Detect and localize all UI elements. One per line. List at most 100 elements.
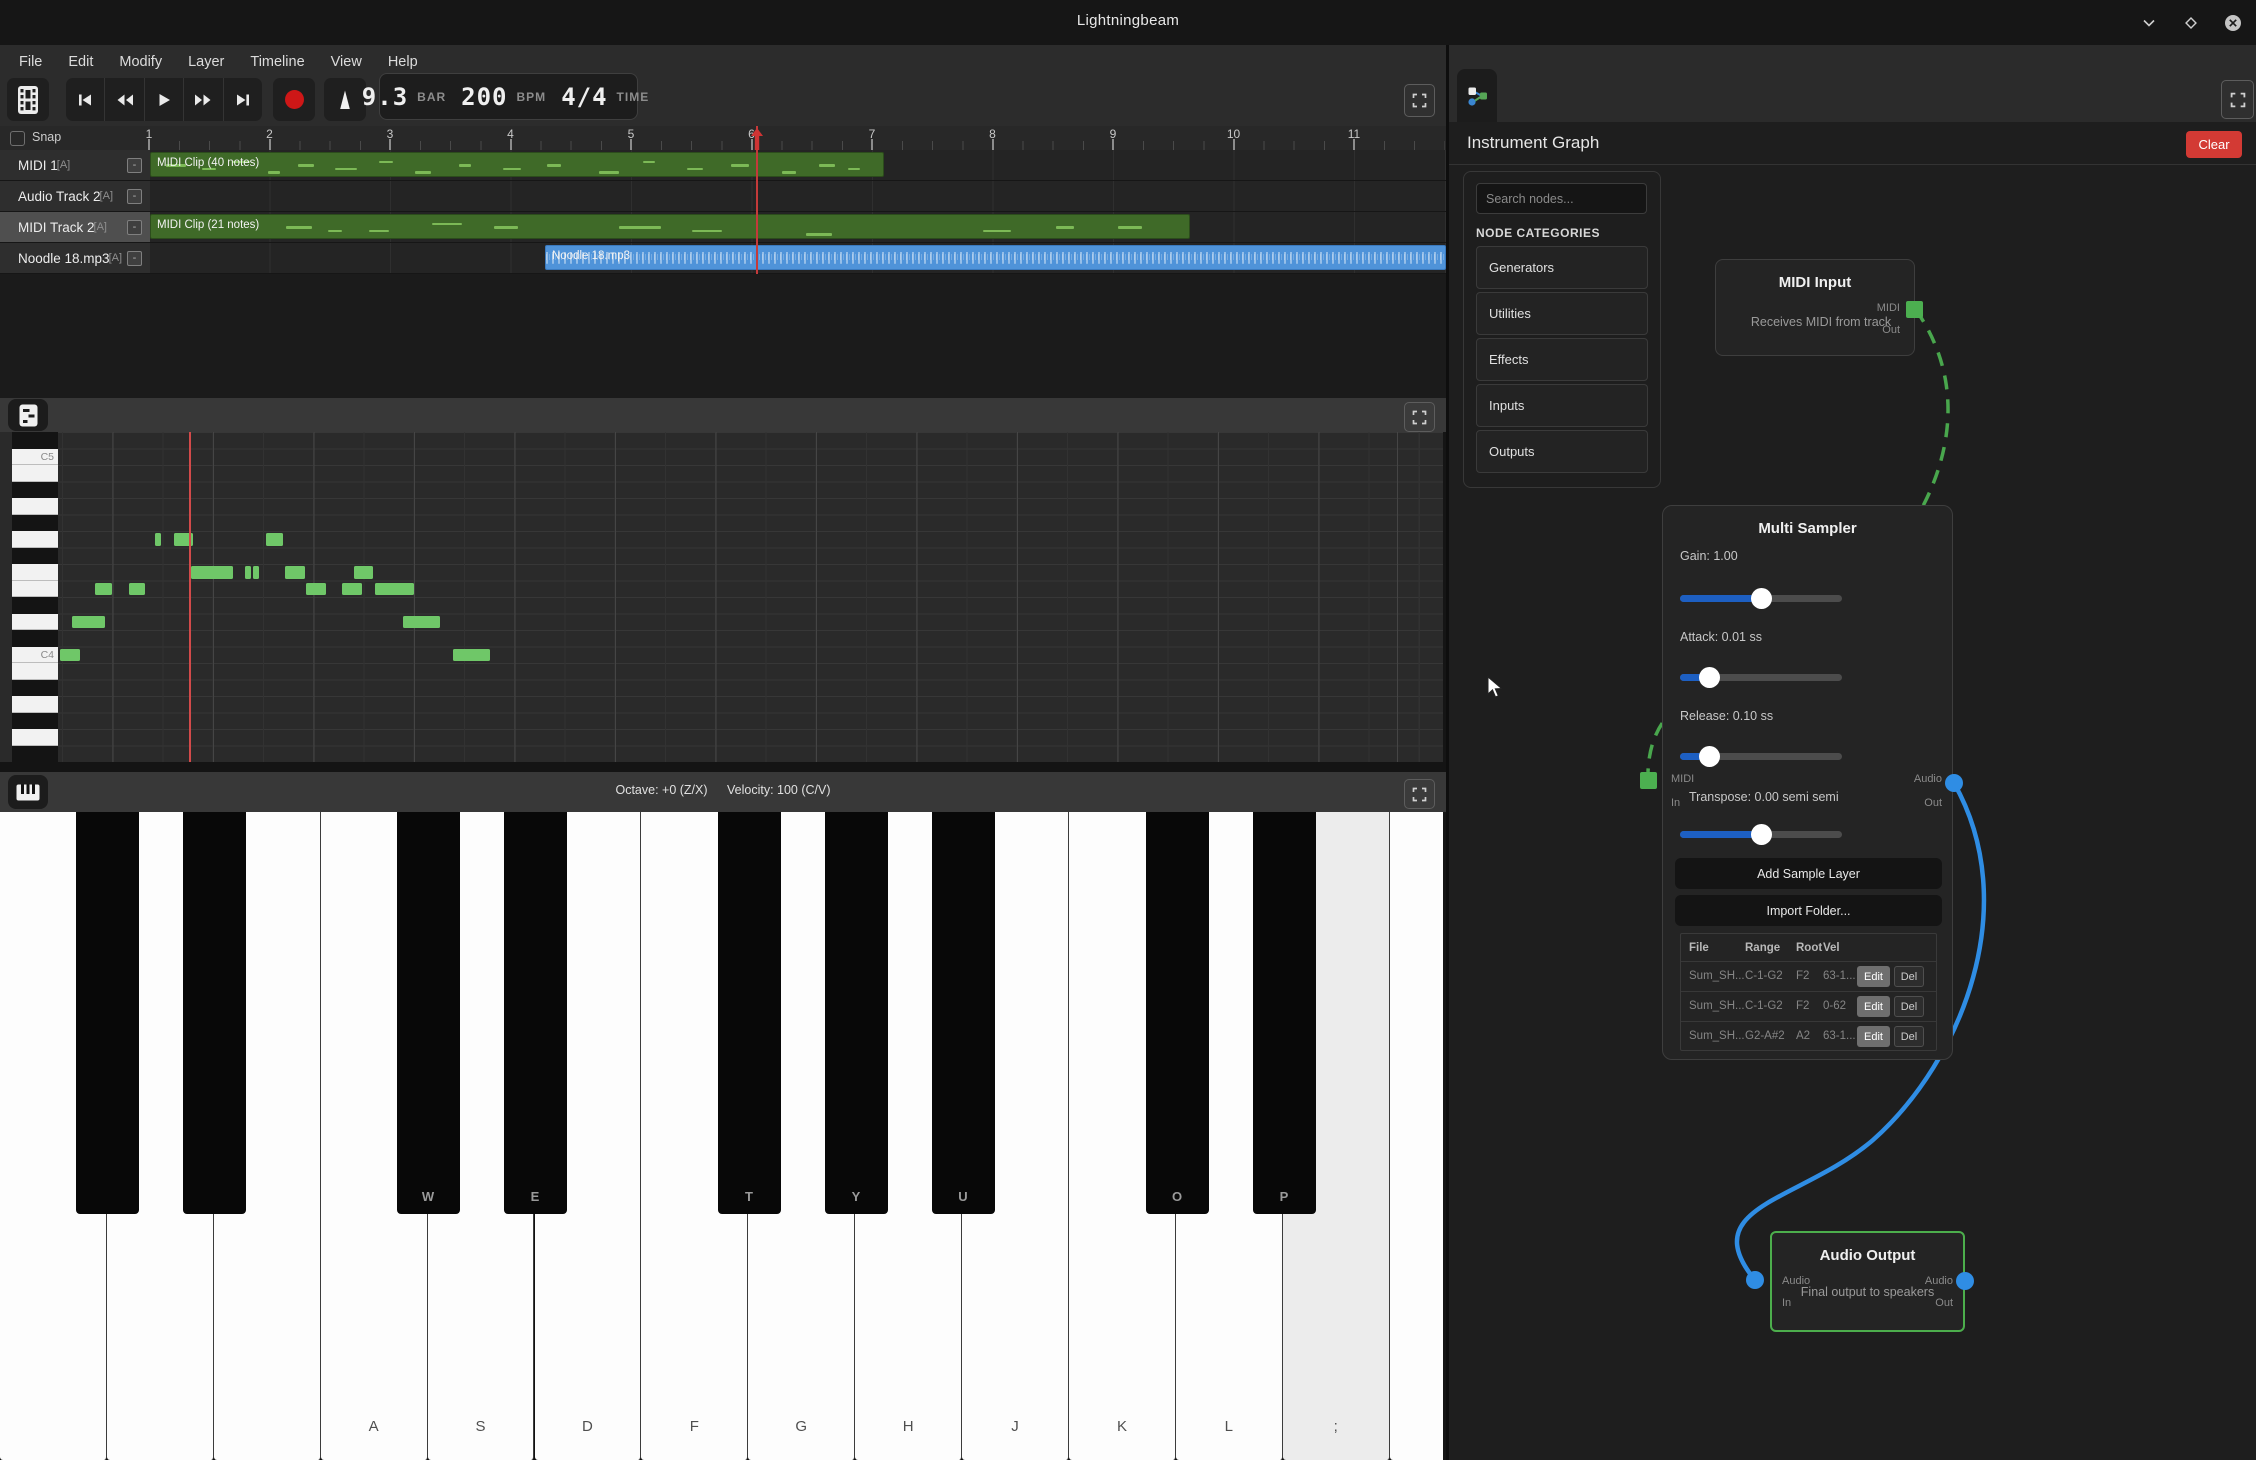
piano-roll-grid[interactable] <box>58 432 1443 762</box>
piano-roll-gutter-key[interactable] <box>12 729 58 746</box>
black-key[interactable] <box>76 812 139 1214</box>
category-outputs[interactable]: Outputs <box>1476 430 1648 473</box>
slider-thumb[interactable] <box>1699 667 1720 688</box>
transpose-slider[interactable] <box>1680 824 1842 845</box>
search-input[interactable] <box>1476 183 1647 214</box>
attack-slider[interactable] <box>1680 667 1842 688</box>
gain-slider[interactable] <box>1680 588 1842 609</box>
delete-sample-button[interactable]: Del <box>1894 966 1924 987</box>
black-key-P[interactable]: P <box>1253 812 1316 1214</box>
add-sample-layer-button[interactable]: Add Sample Layer <box>1675 858 1942 889</box>
piano-roll-gutter-key[interactable] <box>12 498 58 515</box>
edit-sample-button[interactable]: Edit <box>1857 1026 1890 1047</box>
record-button[interactable] <box>273 78 315 121</box>
piano-roll-gutter-key[interactable]: C5 <box>12 449 58 466</box>
timeline-expand-button[interactable] <box>1404 84 1435 117</box>
category-inputs[interactable]: Inputs <box>1476 384 1648 427</box>
multi-sampler-node[interactable]: Multi Sampler Gain: 1.00 Attack: 0.01 ss… <box>1662 505 1953 1060</box>
audio-output-node[interactable]: Audio Output Final output to speakers Au… <box>1770 1231 1965 1332</box>
midi-note[interactable] <box>342 583 362 596</box>
piano-roll-gutter-key[interactable] <box>12 581 58 598</box>
midi-note[interactable] <box>60 649 80 662</box>
tempo-display[interactable]: 9.3 BAR 200 BPM 4/4 TIME <box>379 73 638 120</box>
midi-note[interactable] <box>306 583 326 596</box>
piano-roll-gutter-key[interactable] <box>12 713 58 730</box>
track-minus-button[interactable]: - <box>127 158 142 173</box>
midi-note[interactable] <box>253 566 259 579</box>
midi-note[interactable] <box>453 649 490 662</box>
midi-note[interactable] <box>403 616 440 629</box>
slider-thumb[interactable] <box>1699 746 1720 767</box>
track-header-audio-track-2[interactable]: Audio Track 2[A]- <box>0 181 150 211</box>
midi-input-node[interactable]: MIDI Input Receives MIDI from track MIDI… <box>1715 259 1915 356</box>
rewind-button[interactable] <box>105 78 144 121</box>
piano-roll-gutter-key[interactable] <box>12 614 58 631</box>
track-header-noodle-18-mp3[interactable]: Noodle 18.mp3[A]- <box>0 243 150 273</box>
track-lane[interactable]: MIDI Clip (40 notes) <box>150 150 1446 180</box>
timeline-ruler[interactable]: Snap 1234567891011 <box>0 126 1446 151</box>
piano-roll-gutter-key[interactable] <box>12 746 58 763</box>
timeline-panel-button[interactable] <box>7 78 49 121</box>
piano-roll-panel-button[interactable] <box>8 399 48 431</box>
graph-expand-button[interactable] <box>2221 80 2254 119</box>
menu-item-timeline[interactable]: Timeline <box>237 45 317 79</box>
piano-roll-playhead[interactable] <box>189 432 191 762</box>
piano-roll-gutter-key[interactable] <box>12 597 58 614</box>
piano-roll-gutter-key[interactable] <box>12 663 58 680</box>
metronome-button[interactable] <box>324 78 366 121</box>
clear-graph-button[interactable]: Clear <box>2186 131 2242 158</box>
graph-panel-button[interactable] <box>1457 69 1497 122</box>
edit-sample-button[interactable]: Edit <box>1857 996 1890 1017</box>
snap-checkbox[interactable] <box>10 131 25 146</box>
piano-roll-gutter-key[interactable] <box>12 482 58 499</box>
midi-note[interactable] <box>95 583 112 596</box>
track-header-midi-track-2[interactable]: MIDI Track 2[A]- <box>0 212 150 242</box>
piano-roll-gutter-key[interactable] <box>12 696 58 713</box>
release-slider[interactable] <box>1680 746 1842 767</box>
menu-item-view[interactable]: View <box>318 45 375 79</box>
audio-out-connector[interactable] <box>1956 1272 1974 1290</box>
midi-note[interactable] <box>72 616 105 629</box>
close-button[interactable] <box>2222 12 2244 34</box>
menu-item-modify[interactable]: Modify <box>106 45 175 79</box>
category-effects[interactable]: Effects <box>1476 338 1648 381</box>
menu-item-file[interactable]: File <box>6 45 55 79</box>
sampler-midi-in-connector[interactable] <box>1640 772 1657 789</box>
piano-roll-gutter-key[interactable] <box>12 548 58 565</box>
track-minus-button[interactable]: - <box>127 189 142 204</box>
fast-forward-button[interactable] <box>184 78 223 121</box>
midi-note[interactable] <box>375 583 414 596</box>
midi-note[interactable] <box>155 533 161 546</box>
sampler-audio-out-connector[interactable] <box>1945 774 1963 792</box>
edit-sample-button[interactable]: Edit <box>1857 966 1890 987</box>
play-button[interactable] <box>145 78 184 121</box>
category-utilities[interactable]: Utilities <box>1476 292 1648 335</box>
piano-roll-gutter-key[interactable] <box>12 564 58 581</box>
white-key[interactable] <box>1390 812 1443 1460</box>
midi-note[interactable] <box>245 566 251 579</box>
midi-clip[interactable]: MIDI Clip (40 notes) <box>150 152 884 177</box>
skip-to-end-button[interactable] <box>224 78 262 121</box>
piano-roll-gutter-key[interactable] <box>12 432 58 449</box>
midi-note[interactable] <box>266 533 283 546</box>
piano-roll-gutter-key[interactable]: C4 <box>12 647 58 664</box>
midi-note[interactable] <box>354 566 373 579</box>
track-lane[interactable]: Noodle 18.mp3 <box>150 243 1446 273</box>
black-key-O[interactable]: O <box>1146 812 1209 1214</box>
slider-thumb[interactable] <box>1751 588 1772 609</box>
piano-roll-gutter-key[interactable] <box>12 680 58 697</box>
playhead-marker[interactable] <box>744 126 770 152</box>
delete-sample-button[interactable]: Del <box>1894 996 1924 1017</box>
black-key-Y[interactable]: Y <box>825 812 888 1214</box>
virtual-keyboard[interactable]: ASDFGHJKL;WETYUOP <box>0 812 1443 1460</box>
delete-sample-button[interactable]: Del <box>1894 1026 1924 1047</box>
track-header-midi-1[interactable]: MIDI 1[A]- <box>0 150 150 180</box>
black-key-T[interactable]: T <box>718 812 781 1214</box>
black-key-E[interactable]: E <box>504 812 567 1214</box>
black-key-U[interactable]: U <box>932 812 995 1214</box>
maximize-button[interactable] <box>2180 12 2202 34</box>
piano-roll-gutter-key[interactable] <box>12 531 58 548</box>
slider-thumb[interactable] <box>1751 824 1772 845</box>
keyboard-expand-button[interactable] <box>1404 779 1435 809</box>
midi-clip[interactable]: MIDI Clip (21 notes) <box>150 214 1190 239</box>
